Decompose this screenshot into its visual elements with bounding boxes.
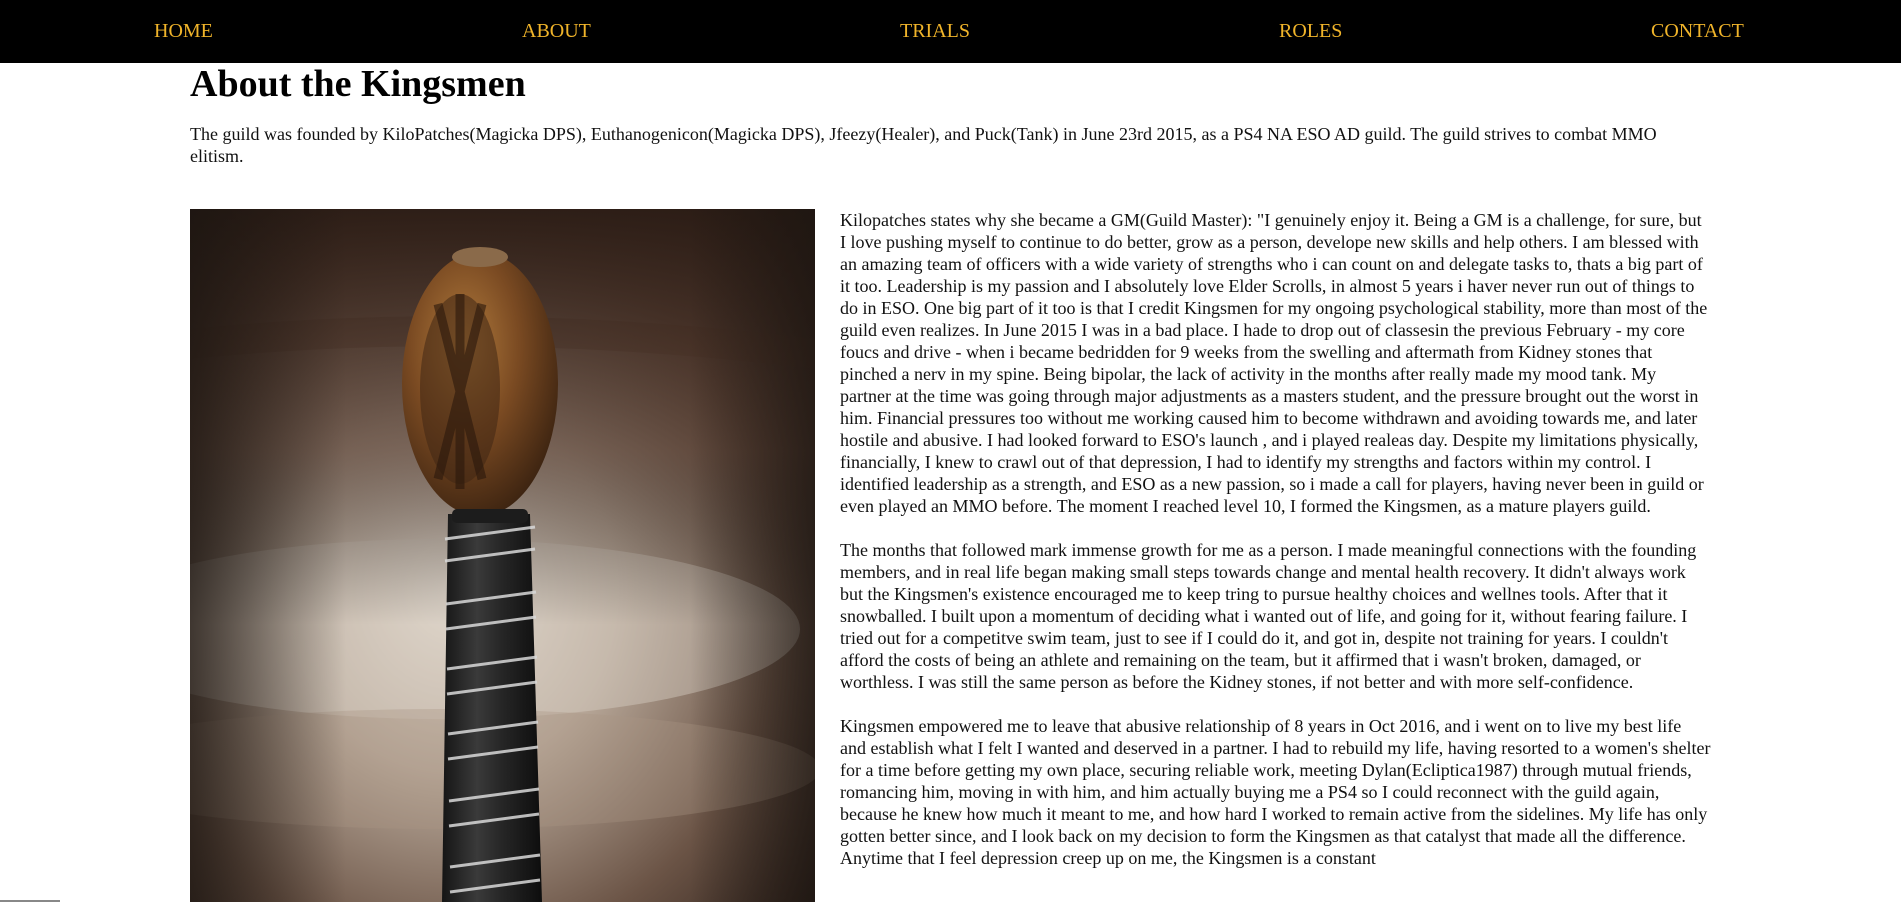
nav-contact-link[interactable]: CONTACT — [1651, 18, 1744, 44]
story-paragraph-3: Kingsmen empowered me to leave that abus… — [840, 716, 1711, 868]
top-navbar: HOME ABOUT TRIALS ROLES CONTACT — [0, 0, 1901, 63]
nav-roles-link[interactable]: ROLES — [1279, 18, 1342, 44]
story-paragraph-1: Kilopatches states why she became a GM(G… — [840, 210, 1708, 516]
nav-trials-link[interactable]: TRIALS — [900, 18, 970, 44]
story-text: Kilopatches states why she became a GM(G… — [840, 209, 1711, 891]
story-paragraph-2: The months that followed mark immense gr… — [840, 540, 1697, 692]
page-title: About the Kingsmen — [190, 63, 526, 105]
nav-home-link[interactable]: HOME — [154, 18, 213, 44]
sword-hilt-image — [190, 209, 815, 902]
nav-about-link[interactable]: ABOUT — [522, 18, 591, 44]
intro-paragraph: The guild was founded by KiloPatches(Mag… — [190, 124, 1657, 166]
